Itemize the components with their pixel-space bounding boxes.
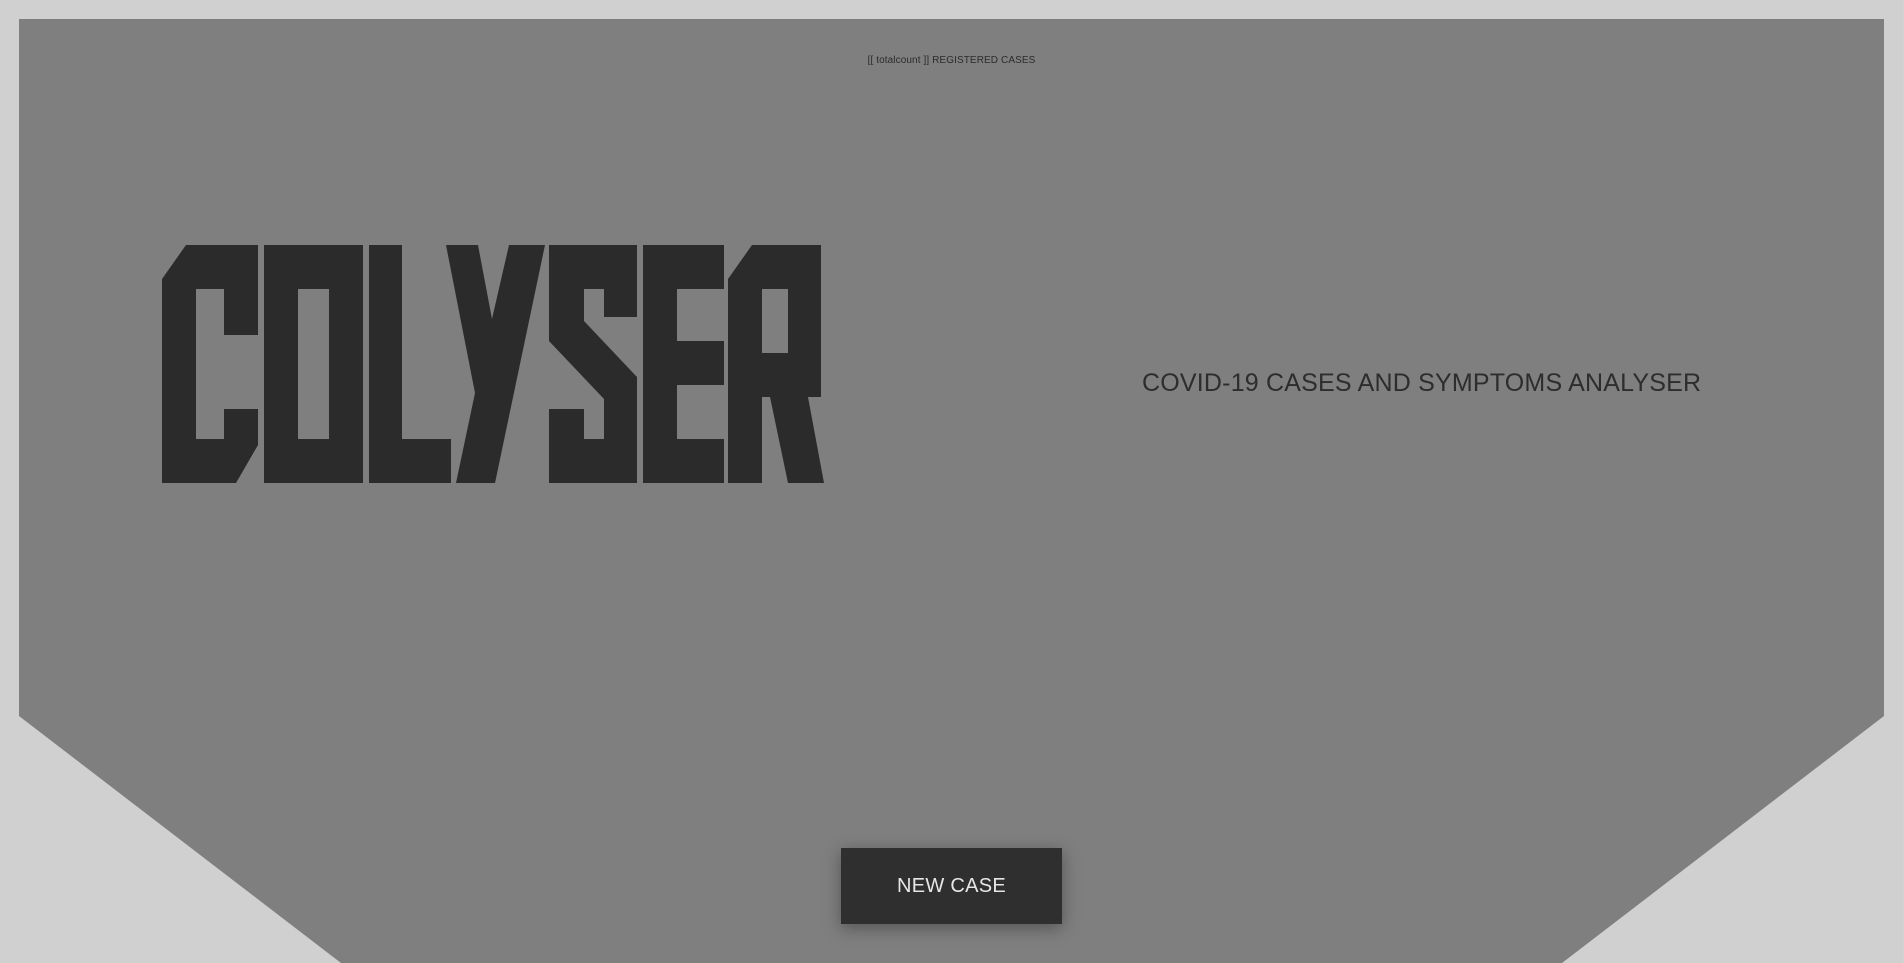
new-case-button[interactable]: NEW CASE	[841, 848, 1062, 924]
colyser-logo	[162, 245, 824, 483]
app-tagline: COVID-19 CASES AND SYMPTOMS ANALYSER	[1142, 369, 1702, 397]
registered-cases-count: [[ totalcount ]] REGISTERED CASES	[867, 55, 1036, 66]
landing-page: [[ totalcount ]] REGISTERED CASES COVID-…	[0, 0, 1903, 963]
colyser-logo-letters	[162, 245, 824, 483]
